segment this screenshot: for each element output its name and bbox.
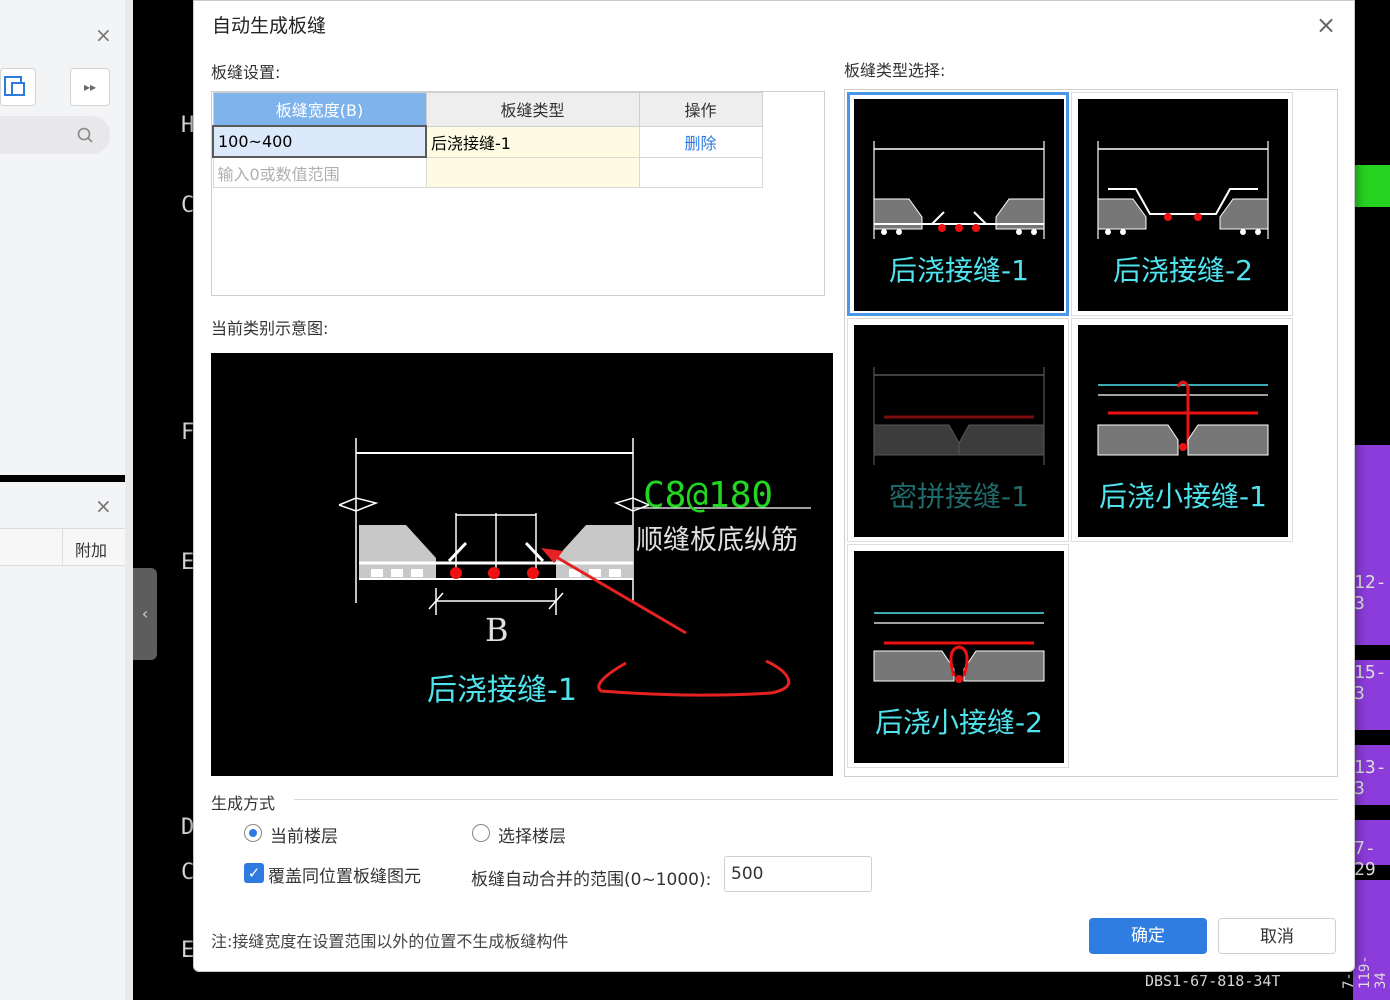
type-thumbnail: 后浇接缝-1 (854, 99, 1064, 311)
type-option-post-cast-small-2[interactable]: 后浇小接缝-2 (847, 544, 1069, 768)
table-row: 100~400 后浇接缝-1 删除 (212, 125, 763, 158)
column-header-width[interactable]: 板缝宽度(B) (212, 92, 427, 127)
section-divider (294, 799, 1338, 800)
type-option-post-cast-small-1[interactable]: 后浇小接缝-1 (1071, 318, 1293, 542)
preview-type-label: 后浇接缝-1 (427, 673, 577, 708)
search-input[interactable] (0, 116, 110, 154)
dimension-b-label: B (485, 611, 509, 649)
type-label: 后浇接缝-1 (889, 254, 1029, 287)
settings-label: 板缝设置: (211, 63, 281, 82)
rebar-desc-label: 顺缝板底纵筋 (636, 525, 798, 556)
type-label: 后浇小接缝-2 (875, 706, 1043, 739)
close-icon[interactable]: × (95, 25, 112, 45)
cad-right-label: 13-3 (1354, 757, 1387, 799)
type-select-label: 板缝类型选择: (844, 61, 946, 80)
close-icon[interactable]: × (1316, 11, 1336, 39)
type-option-post-cast-1[interactable]: 后浇接缝-1 (847, 92, 1069, 316)
select-floor-label[interactable]: 选择楼层 (498, 822, 566, 847)
width-cell[interactable]: 100~400 (212, 125, 427, 158)
override-checkbox[interactable]: ✓ (244, 863, 264, 883)
cad-bottom-label: DBS1-67-818-34T (1145, 972, 1281, 990)
merge-range-input[interactable] (724, 856, 872, 892)
rebar-spec-label: C8@180 (643, 475, 774, 516)
new-type-cell[interactable] (425, 156, 640, 188)
cancel-button[interactable]: 取消 (1218, 918, 1336, 954)
type-option-tight-joint-1[interactable]: 密拼接缝-1 (847, 318, 1069, 542)
cad-green-block (1353, 165, 1390, 207)
cad-purple-block (1353, 445, 1390, 645)
generation-section-label: 生成方式 (211, 794, 276, 813)
type-thumbnail: 后浇小接缝-1 (1078, 325, 1288, 537)
table-row-new: 输入0或数值范围 (212, 156, 763, 188)
panel-header-row: 附加 (0, 528, 125, 566)
expand-button[interactable]: ▸▸ (70, 68, 110, 106)
dialog-note: 注:接缝宽度在设置范围以外的位置不生成板缝构件 (211, 932, 569, 951)
panel-splitter[interactable] (125, 0, 133, 1000)
column-header-type[interactable]: 板缝类型 (425, 92, 640, 127)
preview-label: 当前类别示意图: (211, 319, 329, 338)
override-label[interactable]: 覆盖同位置板缝图元 (268, 862, 421, 887)
type-label: 后浇小接缝-1 (1099, 480, 1267, 513)
cad-right-label: 12-3 (1354, 572, 1387, 614)
type-cell[interactable]: 后浇接缝-1 (425, 125, 640, 158)
search-icon (77, 127, 93, 143)
left-side-panel: × ▸▸ (0, 0, 126, 475)
dialog-title: 自动生成板缝 (212, 15, 327, 37)
type-thumbnail: 后浇小接缝-2 (854, 551, 1064, 763)
post-cast-joint-diagram (338, 438, 811, 697)
type-thumbnail: 密拼接缝-1 (854, 325, 1064, 537)
delete-link[interactable]: 删除 (638, 125, 763, 158)
cad-right-label: 15-3 (1354, 662, 1387, 704)
select-floor-radio[interactable] (472, 824, 490, 842)
auto-generate-joint-dialog: 自动生成板缝 × 板缝设置: 板缝宽度(B) 板缝类型 操作 100~400 后… (193, 0, 1355, 972)
close-icon[interactable]: × (95, 496, 112, 516)
type-label: 后浇接缝-2 (1113, 254, 1253, 287)
type-label: 密拼接缝-1 (889, 480, 1029, 513)
table-header-row: 板缝宽度(B) 板缝类型 操作 (212, 92, 763, 127)
checkmark-icon: ✓ (247, 864, 261, 882)
current-floor-label[interactable]: 当前楼层 (270, 822, 338, 847)
joint-settings-table: 板缝宽度(B) 板缝类型 操作 100~400 后浇接缝-1 删除 输入0或数值… (211, 91, 825, 296)
column-divider (62, 529, 63, 565)
ok-button[interactable]: 确定 (1089, 918, 1207, 954)
new-action-cell (638, 156, 763, 188)
cad-right-label: 7-29 (1354, 838, 1376, 880)
joint-type-grid: 后浇接缝-1 后浇接缝-2 密拼接缝-1 后浇小接缝-1 后浇小接缝-2 (844, 89, 1338, 777)
layer-tool-button[interactable] (0, 68, 36, 106)
type-option-post-cast-2[interactable]: 后浇接缝-2 (1071, 92, 1293, 316)
merge-range-label: 板缝自动合并的范围(0~1000): (471, 870, 712, 890)
column-header-action[interactable]: 操作 (638, 92, 763, 127)
collapse-panel-tab[interactable]: ‹ (133, 568, 157, 660)
joint-preview-diagram: C8@180 顺缝板底纵筋 B 后浇接缝-1 (211, 353, 833, 776)
new-width-input[interactable]: 输入0或数值范围 (212, 156, 427, 188)
left-lower-panel: × 附加 (0, 482, 126, 1000)
addon-column-header: 附加 (75, 541, 108, 560)
current-floor-radio[interactable] (244, 824, 262, 842)
type-thumbnail: 后浇接缝-2 (1078, 99, 1288, 311)
layer-icon (4, 76, 25, 96)
